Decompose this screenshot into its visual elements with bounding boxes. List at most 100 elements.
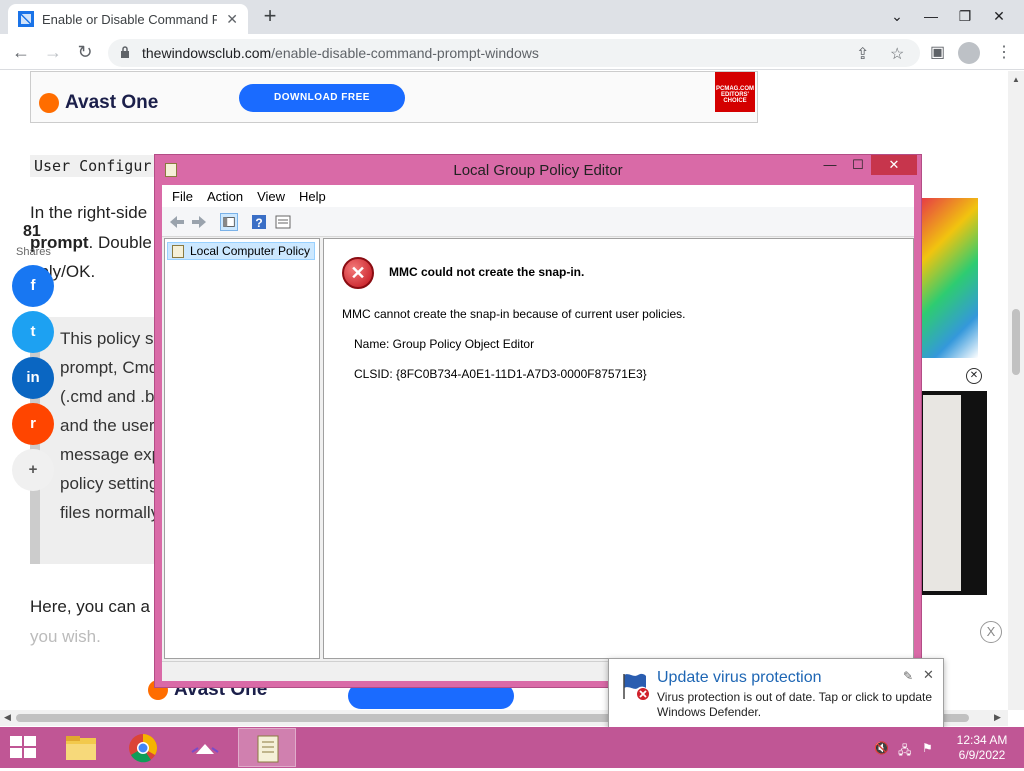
tree-node-local-computer-policy[interactable]: Local Computer Policy [167,242,315,260]
defender-notification[interactable]: Update virus protection Virus protection… [608,658,944,741]
window-close-button[interactable]: ✕ [982,0,1016,32]
linkedin-share-button[interactable]: in [12,357,54,399]
quote-line: policy setting [60,474,159,493]
policy-path-code: User Configur [30,155,156,177]
mmc-toolbar: ? [162,207,914,237]
quote-line: message exp [60,445,162,464]
scroll-up-arrow-icon[interactable]: ▲ [1012,75,1020,84]
error-message: MMC cannot create the snap-in because of… [342,307,686,321]
tab-title: Enable or Disable Command Pro [42,11,217,27]
profile-avatar-icon[interactable] [958,42,980,64]
side-ad-image[interactable] [920,198,978,358]
window-minimize-button[interactable]: — [914,0,948,32]
taskbar-mmc-icon[interactable] [238,728,296,767]
properties-icon[interactable] [274,213,292,231]
url-domain: thewindowsclub.com [142,45,272,61]
reddit-icon: r [30,415,36,432]
notification-settings-icon[interactable]: ✎ [903,669,913,683]
notification-title: Update virus protection [657,669,822,686]
back-arrow-icon[interactable]: ← [8,39,34,65]
window-client-area: File Action View Help ? Local Computer P… [162,185,914,681]
linkedin-icon: in [26,369,40,386]
taskbar-chrome-icon[interactable] [114,728,172,767]
network-icon[interactable]: 🖧 [898,741,911,762]
ad-close-icon[interactable]: X [980,621,1002,643]
menu-file[interactable]: File [172,189,193,204]
video-frame [923,395,961,591]
volume-muted-icon[interactable]: 🔇 [874,741,889,755]
quote-line: and the user [60,416,155,435]
quote-line: This policy se [60,329,163,348]
reload-icon[interactable]: ↻ [72,39,98,65]
snapin-clsid: CLSID: {8FC0B734-A0E1-11D1-A7D3-0000F875… [354,367,647,381]
side-panel-icon[interactable]: ▣ [930,42,945,62]
scroll-left-arrow-icon[interactable]: ◀ [4,712,11,723]
share-icon[interactable]: ⇪ [856,44,869,64]
url-text: thewindowsclub.com/enable-disable-comman… [142,45,539,61]
browser-tab-strip: Enable or Disable Command Pro ✕ + ⌄ — ❐ … [0,0,1024,34]
close-button[interactable]: ✕ [871,155,917,175]
clock-time: 12:34 AM [956,733,1008,747]
site-favicon-icon [18,11,34,27]
scroll-right-arrow-icon[interactable]: ▶ [994,712,1001,723]
twitter-share-button[interactable]: t [12,311,54,353]
details-pane: ✕ MMC could not create the snap-in. MMC … [323,238,914,659]
url-path: /enable-disable-command-prompt-windows [271,45,539,61]
avast-logo: Avast One [39,92,158,114]
facebook-icon: f [30,277,36,294]
new-tab-button[interactable]: + [258,4,282,28]
taskbar-app-icon[interactable] [176,728,234,767]
menu-view[interactable]: View [257,189,285,204]
window-title-bar[interactable]: Local Group Policy Editor — ☐ ✕ [155,155,921,185]
tab-search-chevron-icon[interactable]: ⌄ [880,0,914,32]
top-banner-ad[interactable]: Avast One DOWNLOAD FREE PCMAG.COM EDITOR… [30,71,758,123]
menu-bar: File Action View Help [162,185,914,207]
group-policy-editor-window: Local Group Policy Editor — ☐ ✕ File Act… [154,154,922,688]
kebab-menu-icon[interactable]: ⋮ [996,42,1012,62]
window-restore-button[interactable]: ❐ [948,0,982,32]
back-arrow-icon[interactable] [168,213,186,231]
action-center-flag-icon[interactable]: ⚑ [922,741,933,755]
error-title: MMC could not create the snap-in. [389,265,585,279]
windows-taskbar: 🔇 🖧 ⚑ 12:34 AM 6/9/2022 [0,727,1024,768]
taskbar-file-explorer-icon[interactable] [52,728,110,767]
download-free-button[interactable]: DOWNLOAD FREE [239,84,405,112]
pcmag-badge: PCMAG.COM EDITORS' CHOICE [715,72,755,112]
browser-tab[interactable]: Enable or Disable Command Pro ✕ [8,4,248,34]
tree-node-label: Local Computer Policy [190,244,311,258]
facebook-share-button[interactable]: f [12,265,54,307]
reddit-share-button[interactable]: r [12,403,54,445]
svg-text:?: ? [255,216,262,230]
vertical-scrollbar[interactable]: ▲ [1008,71,1024,710]
scrollbar-thumb[interactable] [1012,309,1020,375]
window-title: Local Group Policy Editor [453,162,623,179]
share-label: Shares [16,246,51,258]
more-share-button[interactable]: + [12,449,54,491]
twitter-icon: t [30,323,36,340]
maximize-button[interactable]: ☐ [847,157,869,173]
plus-icon: + [28,461,38,478]
defender-flag-warning-icon [623,673,649,700]
bookmark-star-icon[interactable]: ☆ [890,44,904,64]
menu-action[interactable]: Action [207,189,243,204]
window-controls: ⌄ — ❐ ✕ [880,0,1016,32]
show-hide-tree-icon[interactable] [220,213,238,231]
taskbar-clock[interactable]: 12:34 AM 6/9/2022 [952,733,1012,763]
paragraph-line: Here, you can a [30,597,151,616]
paragraph-line: In the right-side [30,203,148,222]
notification-close-icon[interactable]: ✕ [923,667,934,683]
side-ad-close-icon[interactable]: ✕ [966,368,982,384]
video-ad-player[interactable] [920,391,987,595]
tab-close-icon[interactable]: ✕ [226,11,238,28]
minimize-button[interactable]: — [819,157,841,172]
browser-toolbar: ← → ↻ thewindowsclub.com/enable-disable-… [0,34,1024,70]
paragraph-line: you wish. [30,627,101,646]
quote-line: prompt, Cmd [60,358,159,377]
forward-arrow-icon[interactable] [190,213,208,231]
address-bar[interactable]: thewindowsclub.com/enable-disable-comman… [108,39,920,67]
windows-start-icon[interactable] [10,736,38,760]
menu-help[interactable]: Help [299,189,326,204]
help-icon[interactable]: ? [250,213,268,231]
forward-arrow-icon[interactable]: → [40,39,66,65]
avast-logo-icon [39,93,59,113]
